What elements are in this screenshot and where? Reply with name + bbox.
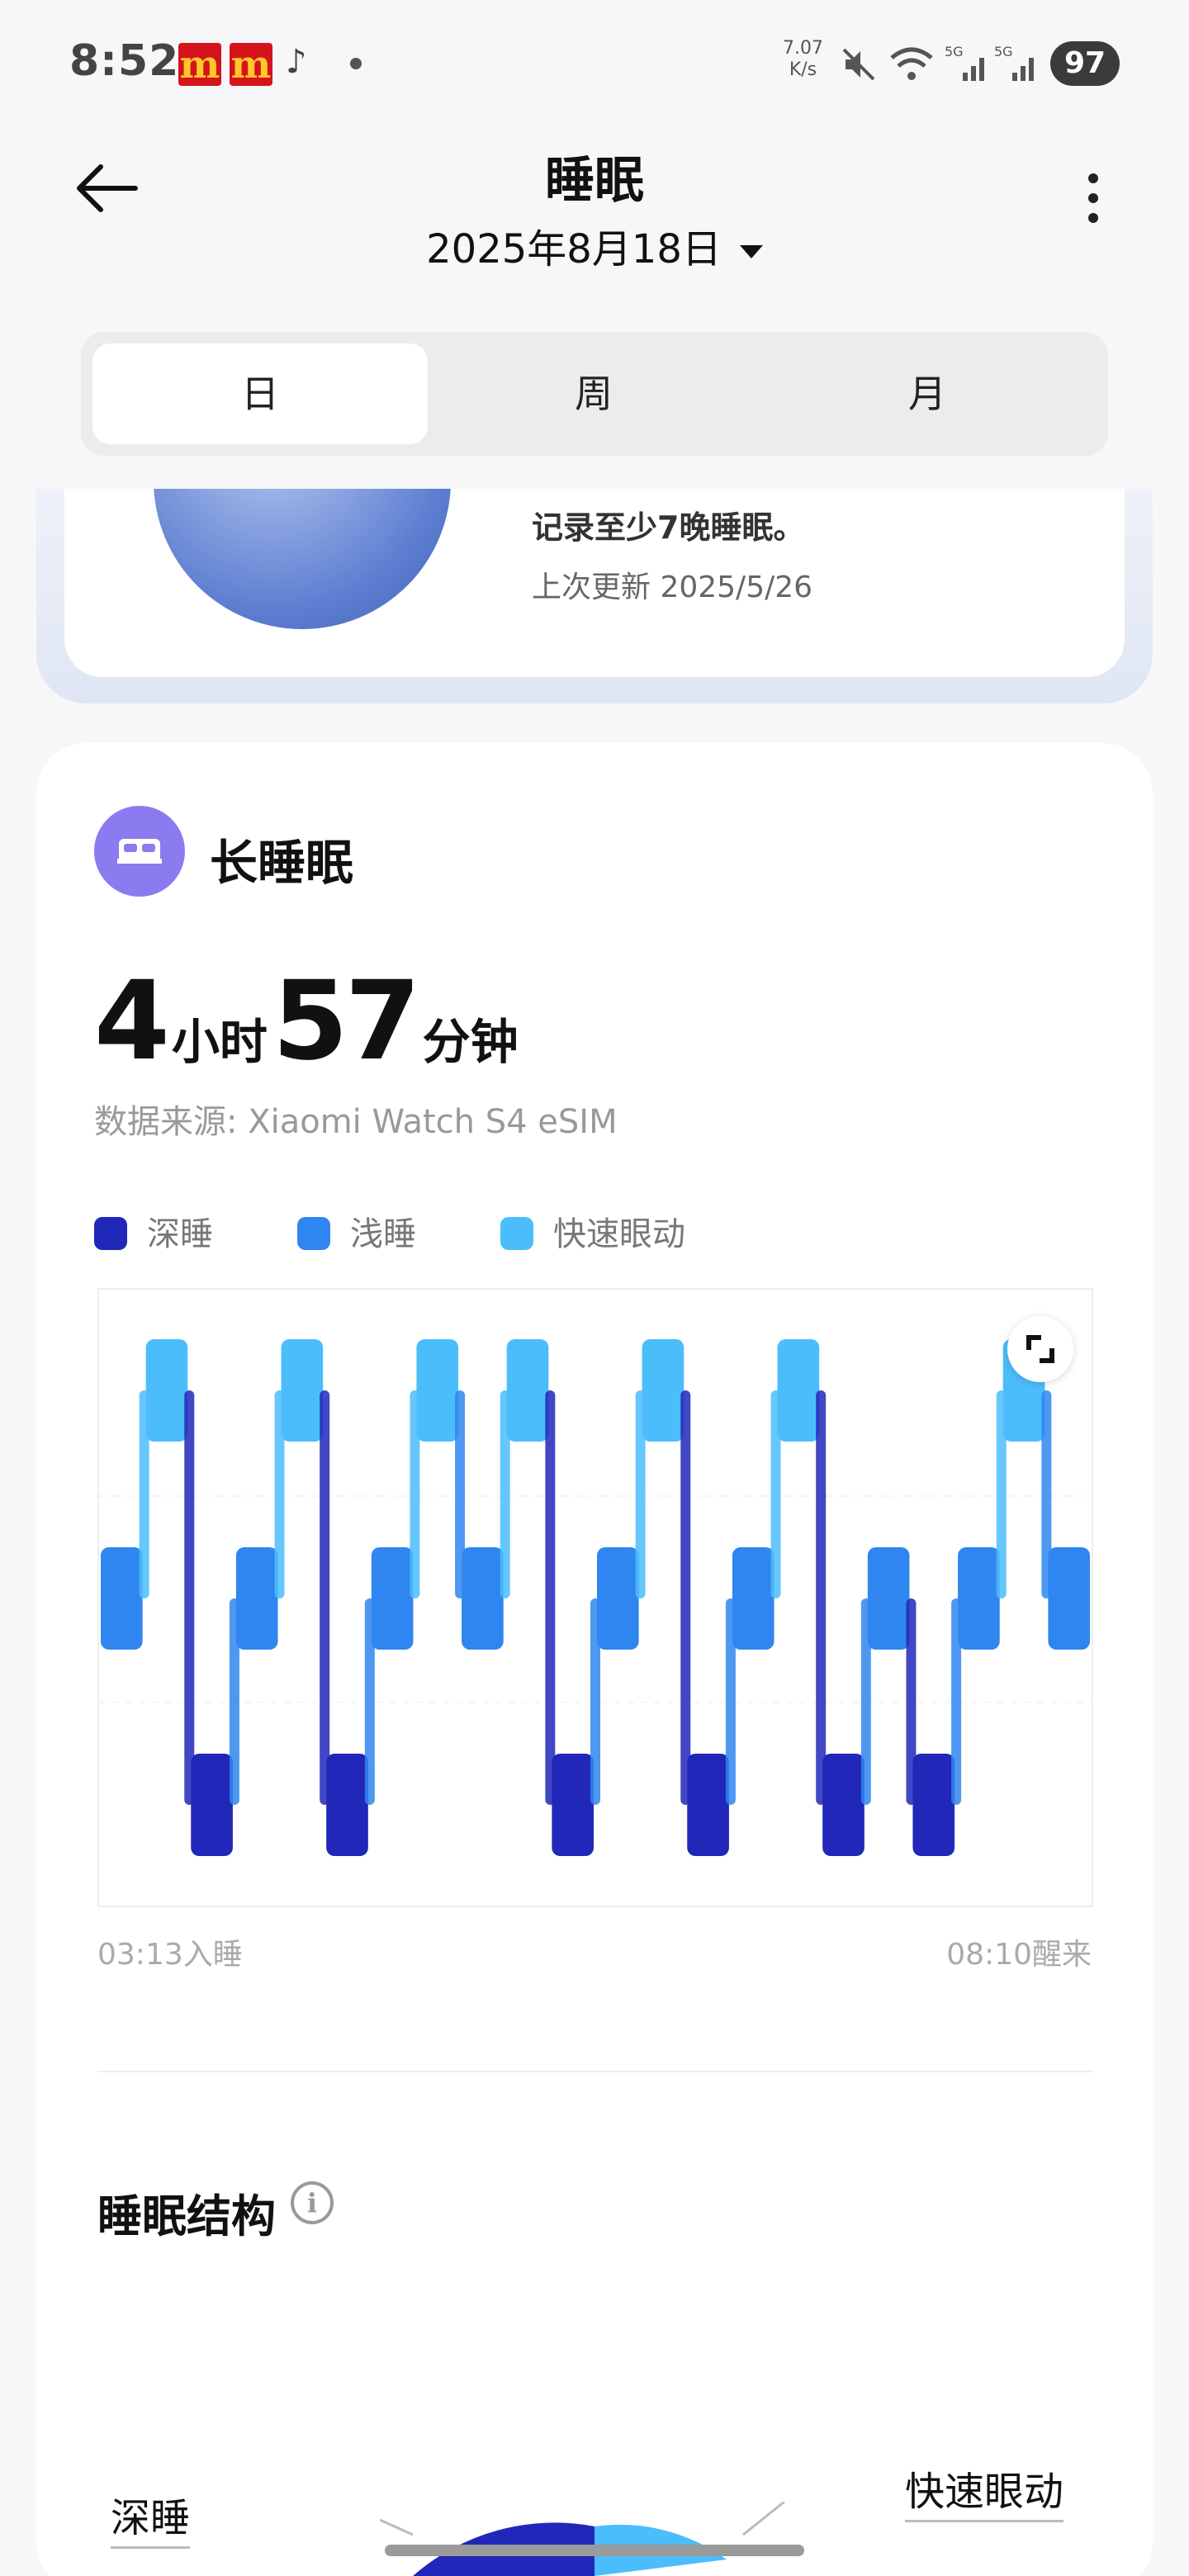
stage-bar [777,1339,820,1442]
wake-up-label: 08:10醒来 [946,1938,1092,1972]
stage-transition [410,1390,420,1598]
duration-minutes-unit: 分钟 [422,1014,519,1070]
legend-label: 浅睡 [350,1215,416,1253]
stage-transition [455,1390,466,1598]
sleep-duration: 4 小时57 分钟 [94,958,523,1085]
stage-transition [184,1390,195,1805]
stage-transition [680,1390,691,1805]
mute-icon [842,48,875,81]
legend-swatch [94,1217,127,1250]
summary-hint: 记录至少7晚睡眠。 [532,509,805,546]
sleep-illustration [154,489,451,629]
sleep-structure-title: 睡眠结构 [97,2190,276,2242]
net-speed-unit: K/s [789,59,817,80]
date-label: 2025年8月18日 [426,226,722,272]
stage-transition [590,1598,600,1805]
notification-dot-icon [350,58,362,69]
stage-bar [958,1547,1000,1650]
legend-light: 浅睡 [297,1207,416,1255]
home-indicator [385,2545,804,2556]
stage-transition [635,1390,646,1598]
legend-label: 快速眼动 [553,1215,685,1253]
wifi-icon [890,47,933,80]
legend-swatch [297,1217,330,1250]
stage-transition [996,1390,1007,1598]
tab-month[interactable]: 月 [760,343,1095,444]
donut-label-rem: 快速眼动 [905,2459,1064,2522]
stage-bar [867,1547,910,1650]
stage-transition [816,1390,827,1805]
stage-transition [229,1598,239,1805]
stage-bar [462,1547,504,1650]
stage-bar [281,1339,324,1442]
duration-hours: 4 [94,958,170,1085]
legend-rem: 快速眼动 [500,1207,685,1255]
stage-bar [597,1547,639,1650]
signal-5g-icon: 5G [945,44,984,81]
legend-label: 深睡 [147,1215,213,1253]
stage-bar [235,1547,278,1650]
stage-transition [725,1598,736,1805]
period-tabs: 日 周 月 [81,332,1108,456]
stage-transition [906,1598,917,1805]
net-speed-value: 7.07 [783,38,823,59]
stage-transition [545,1390,556,1805]
tab-week[interactable]: 周 [426,343,761,444]
stage-bar [326,1754,368,1856]
duration-minutes: 57 [272,958,421,1085]
stage-bar [506,1339,549,1442]
page-title: 睡眠 [545,152,644,210]
expand-icon [1026,1335,1054,1363]
legend-deep: 深睡 [94,1207,213,1255]
date-selector[interactable]: 2025年8月18日 [0,216,1189,274]
svg-text:5G: 5G [994,44,1013,59]
svg-text:5G: 5G [945,44,964,59]
bed-icon [94,806,185,897]
stage-transition [1041,1390,1052,1598]
card-title: 长睡眠 [210,835,354,891]
tab-day[interactable]: 日 [92,343,428,444]
sleep-start-label: 03:13入睡 [97,1938,243,1972]
stage-bar [416,1339,459,1442]
stage-bar [552,1754,594,1856]
data-source: 数据来源: Xiaomi Watch S4 eSIM [94,1103,618,1141]
stage-transition [860,1598,871,1805]
stage-transition [274,1390,285,1598]
stage-transition [951,1598,962,1805]
stage-bar [101,1547,143,1650]
tiktok-icon: ♪ [286,43,307,81]
donut-label-deep: 深睡 [111,2485,191,2549]
sleep-structure-donut [380,2502,785,2576]
status-time: 8:52 [69,36,180,86]
info-icon[interactable]: i [291,2181,334,2224]
summary-updated: 上次更新 2025/5/26 [532,571,813,604]
stage-transition [770,1390,781,1598]
summary-card[interactable]: 记录至少7晚睡眠。 上次更新 2025/5/26 [64,489,1125,677]
battery-indicator: 97 [1050,41,1120,86]
divider [97,2071,1093,2072]
caret-down-icon [739,245,763,258]
stage-transition [139,1390,149,1598]
mcdonalds-icon: m [230,42,272,87]
stage-bar [822,1754,865,1856]
legend-swatch [500,1217,533,1250]
fullscreen-button[interactable] [1007,1316,1073,1382]
more-options-icon[interactable] [1088,173,1100,233]
signal-5g-icon: 5G [994,44,1034,81]
sleep-stage-chart[interactable] [97,1288,1093,1907]
stage-bar [642,1339,685,1442]
stage-transition [500,1390,510,1598]
net-speed: 7.07 K/s [783,38,823,81]
stage-bar [687,1754,729,1856]
stage-bar [371,1547,414,1650]
stage-transition [320,1390,330,1805]
stage-transition [364,1598,375,1805]
mcdonalds-icon: m [178,42,221,87]
duration-hours-unit: 小时 [171,1014,268,1070]
stage-bar [145,1339,188,1442]
stage-bar [912,1754,955,1856]
stage-bar [732,1547,775,1650]
stage-bar [1048,1547,1090,1650]
stage-bar [191,1754,233,1856]
